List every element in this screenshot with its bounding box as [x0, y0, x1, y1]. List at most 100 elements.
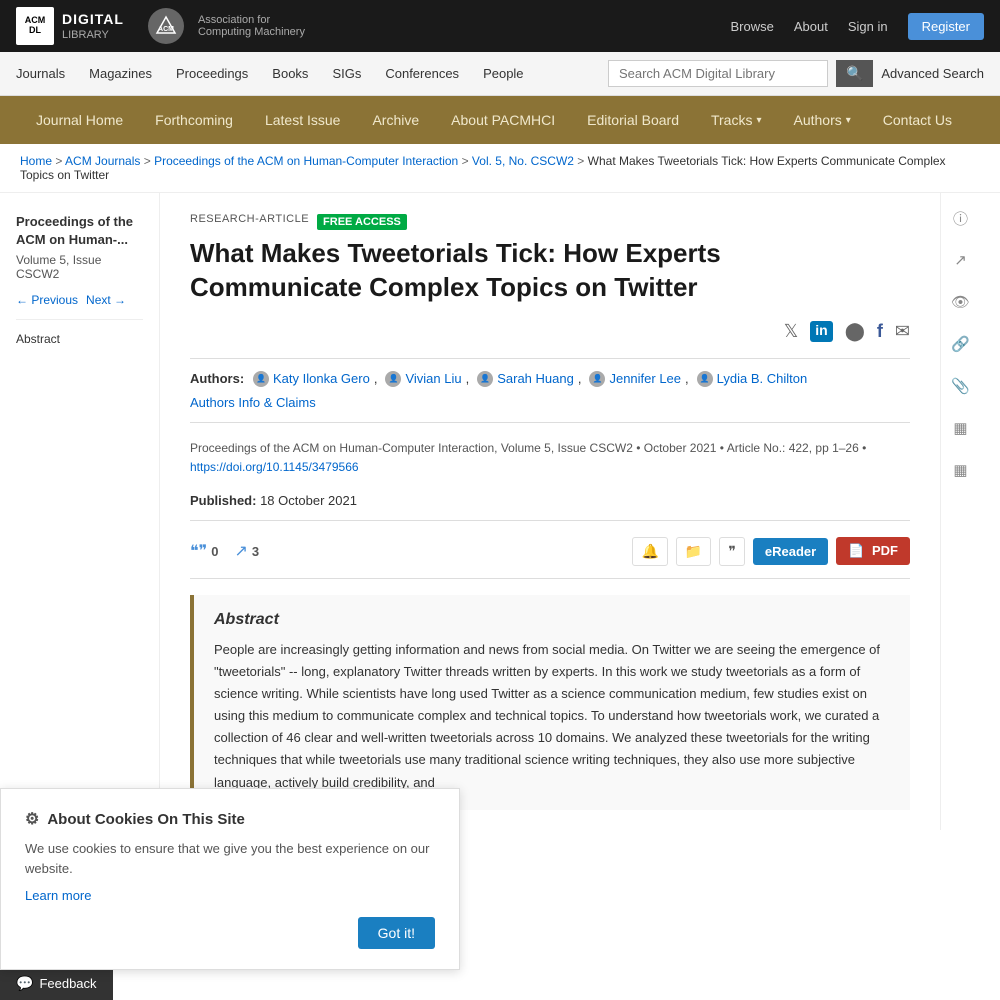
advanced-search-link[interactable]: Advanced Search [881, 54, 984, 93]
citation-metric: ❝❞ 0 [190, 541, 218, 561]
browse-link[interactable]: Browse [730, 19, 773, 34]
about-link[interactable]: About [794, 19, 828, 34]
search-area: 🔍 Advanced Search [608, 54, 984, 93]
editorial-board-link[interactable]: Editorial Board [571, 98, 695, 142]
dl-logo-text: DIGITAL LIBRARY [62, 10, 124, 42]
trending-icon-btn[interactable]: ↗ [946, 245, 976, 275]
author-avatar-2: 👤 [385, 371, 401, 387]
author-avatar-3: 👤 [477, 371, 493, 387]
reddit-share-icon[interactable]: ⬤ [845, 321, 865, 342]
trending-metric: ↗ 3 [234, 541, 259, 561]
publication-info: Proceedings of the ACM on Human-Computer… [190, 439, 910, 477]
tracks-dropdown[interactable]: Tracks ▾ [695, 98, 778, 142]
actions-right: 🔔 📁 ❞ eReader 📄 PDF [632, 537, 910, 566]
breadcrumb-home[interactable]: Home [20, 154, 52, 168]
sidebar-section-label: Abstract [16, 332, 143, 346]
author-link-5[interactable]: Lydia B. Chilton [717, 371, 808, 386]
share-icons: 𝕏 in ⬤ f ✉ [190, 321, 910, 342]
trending-count: 3 [252, 544, 259, 559]
email-share-icon[interactable]: ✉ [895, 321, 910, 342]
tracks-link[interactable]: Tracks ▾ [695, 98, 778, 142]
journals-link[interactable]: Journals [16, 54, 65, 93]
breadcrumb-acm-journals[interactable]: ACM Journals [65, 154, 140, 168]
cookie-text: We use cookies to ensure that we give yo… [25, 839, 435, 878]
cookie-banner: ⚙ About Cookies On This Site We use cook… [0, 788, 460, 970]
acm-dl-logo: ACMDL [16, 7, 54, 45]
save-button[interactable]: 📁 [676, 537, 711, 566]
authors-dropdown[interactable]: Authors ▾ [778, 98, 867, 142]
register-button[interactable]: Register [908, 13, 984, 40]
linkedin-share-icon[interactable]: in [810, 321, 832, 342]
author-avatar-4: 👤 [589, 371, 605, 387]
clip-icon-btn[interactable]: 📎 [946, 371, 976, 401]
left-sidebar: Proceedings of the ACM on Human-... Volu… [0, 193, 160, 830]
feedback-tab[interactable]: 💬 Feedback [0, 967, 113, 1000]
citation-count: 0 [211, 544, 218, 559]
article-no: Article No.: 422, pp 1–26 [727, 441, 859, 455]
doi-link[interactable]: https://doi.org/10.1145/3479566 [190, 460, 359, 474]
author-link-1[interactable]: Katy Ilonka Gero [273, 371, 370, 386]
article-content: RESEARCH-ARTICLE FREE ACCESS What Makes … [160, 193, 940, 830]
search-input[interactable] [608, 60, 828, 87]
books-link[interactable]: Books [272, 54, 308, 93]
cite-button[interactable]: ❞ [719, 537, 745, 566]
authors-link[interactable]: Authors ▾ [778, 98, 867, 142]
author-item: 👤 Katy Ilonka Gero, [253, 371, 377, 387]
notify-button[interactable]: 🔔 [632, 537, 667, 566]
info-icon-btn[interactable]: ⓘ [946, 203, 976, 233]
forthcoming-link[interactable]: Forthcoming [139, 98, 249, 142]
sidebar-previous-link[interactable]: ← Previous [16, 293, 78, 307]
about-pacmhci-link[interactable]: About PACMHCI [435, 98, 571, 142]
author-link-3[interactable]: Sarah Huang [497, 371, 574, 386]
top-nav-links: Browse About Sign in Register [730, 13, 984, 40]
grid-icon-btn[interactable]: ▦ [946, 455, 976, 485]
pdf-button[interactable]: 📄 PDF [836, 537, 910, 565]
contact-us-link[interactable]: Contact Us [867, 98, 968, 142]
ereader-button[interactable]: eReader [753, 538, 828, 565]
proceedings-link[interactable]: Proceedings [176, 54, 248, 93]
twitter-share-icon[interactable]: 𝕏 [784, 321, 799, 342]
conferences-link[interactable]: Conferences [385, 54, 459, 93]
publication-name: Proceedings of the ACM on Human-Computer… [190, 441, 633, 455]
article-title: What Makes Tweetorials Tick: How Experts… [190, 237, 890, 305]
eye-icon-btn[interactable]: 👁 [946, 287, 976, 317]
author-link-2[interactable]: Vivian Liu [405, 371, 461, 386]
author-item: 👤 Jennifer Lee, [589, 371, 688, 387]
search-button[interactable]: 🔍 [836, 60, 873, 87]
latest-issue-link[interactable]: Latest Issue [249, 98, 357, 142]
journal-date: October 2021 [644, 441, 717, 455]
author-link-4[interactable]: Jennifer Lee [609, 371, 681, 386]
sidebar-journal-title: Proceedings of the ACM on Human-... [16, 213, 143, 249]
author-avatar-1: 👤 [253, 371, 269, 387]
main-container: Proceedings of the ACM on Human-... Volu… [0, 193, 1000, 830]
facebook-share-icon[interactable]: f [877, 321, 883, 342]
logo-area: ACMDL DIGITAL LIBRARY ACM Association fo… [16, 7, 305, 45]
breadcrumb: Home > ACM Journals > Proceedings of the… [0, 144, 1000, 193]
published-date: Published: 18 October 2021 [190, 493, 910, 508]
author-item: 👤 Vivian Liu, [385, 371, 469, 387]
breadcrumb-vol5[interactable]: Vol. 5, No. CSCW2 [472, 154, 574, 168]
authors-info-link[interactable]: Authors Info & Claims [190, 395, 316, 410]
magazines-link[interactable]: Magazines [89, 54, 152, 93]
journal-home-link[interactable]: Journal Home [20, 98, 139, 142]
author-item: 👤 Sarah Huang, [477, 371, 581, 387]
sigs-link[interactable]: SIGs [332, 54, 361, 93]
cookie-learn-more-link[interactable]: Learn more [25, 888, 435, 903]
people-link[interactable]: People [483, 54, 523, 93]
archive-link[interactable]: Archive [356, 98, 435, 142]
metrics-row: ❝❞ 0 ↗ 3 🔔 📁 ❞ eReader 📄 PDF [190, 537, 910, 579]
quote-icon: ❝❞ [190, 541, 207, 561]
top-bar: ACMDL DIGITAL LIBRARY ACM Association fo… [0, 0, 1000, 52]
authors-label: Authors: [190, 371, 245, 386]
share-icon-btn[interactable]: 🔗 [946, 329, 976, 359]
author-avatar-5: 👤 [697, 371, 713, 387]
sidebar-next-link[interactable]: Next → [86, 293, 126, 307]
got-it-button[interactable]: Got it! [358, 917, 435, 949]
breadcrumb-proceedings[interactable]: Proceedings of the ACM on Human-Computer… [154, 154, 458, 168]
sidebar-volume: Volume 5, Issue CSCW2 [16, 253, 143, 281]
table-icon-btn[interactable]: ▦ [946, 413, 976, 443]
trending-icon: ↗ [234, 541, 247, 561]
secondary-nav: Journals Magazines Proceedings Books SIG… [0, 52, 1000, 96]
sign-in-link[interactable]: Sign in [848, 19, 888, 34]
cookie-title: ⚙ About Cookies On This Site [25, 809, 435, 829]
